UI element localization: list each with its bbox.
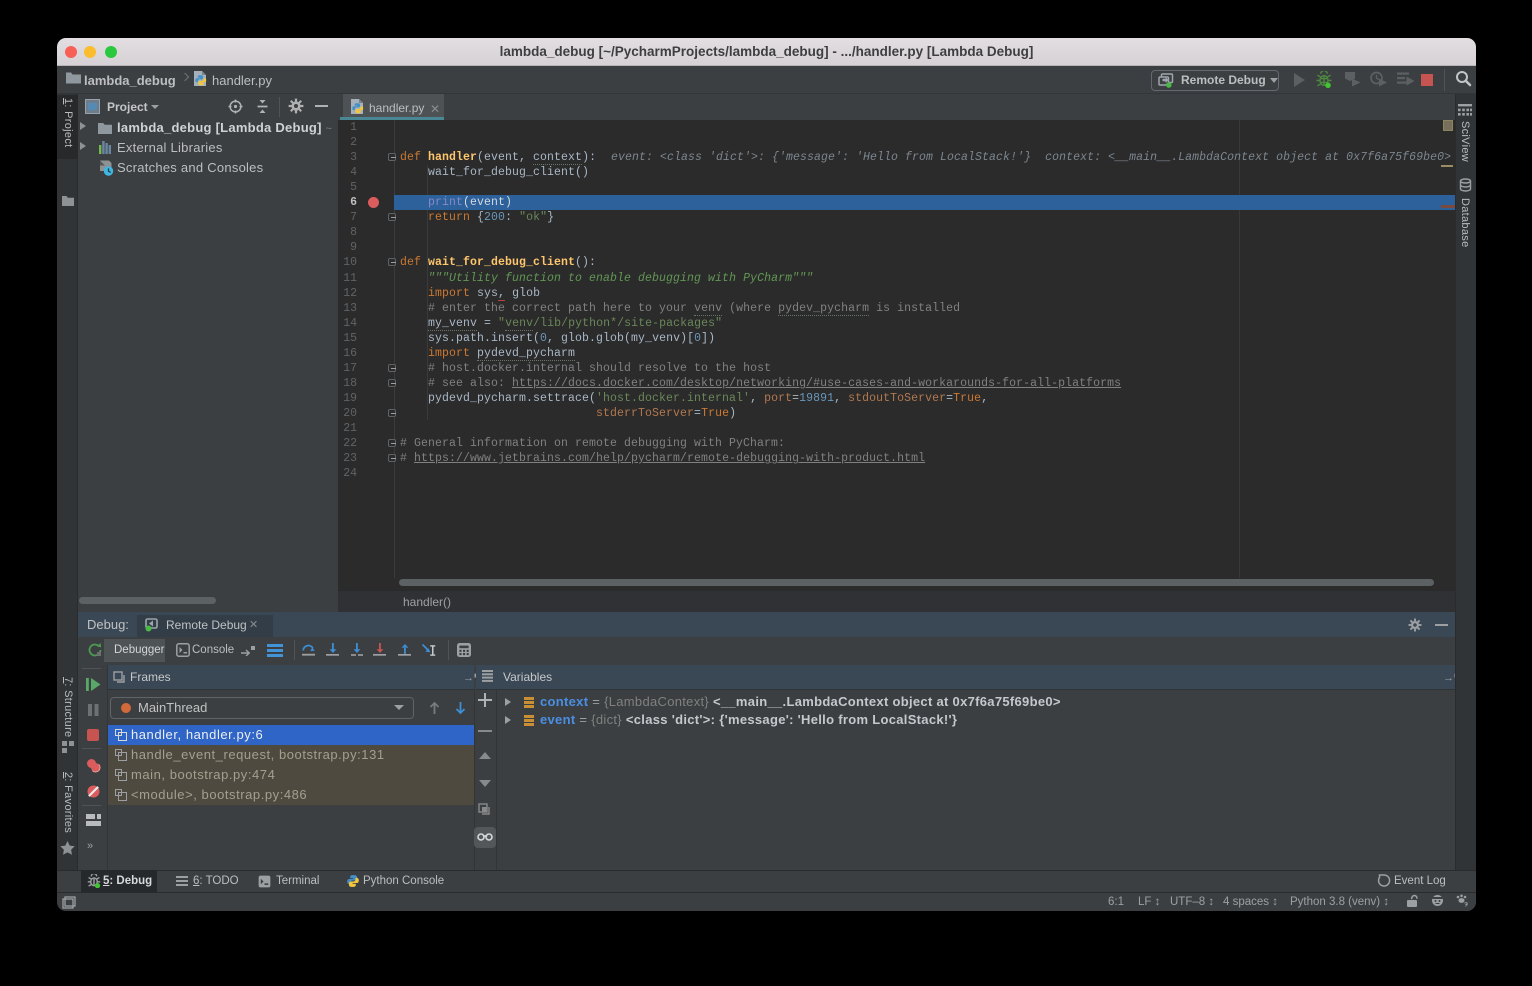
svg-text:?: ? bbox=[1464, 902, 1468, 907]
